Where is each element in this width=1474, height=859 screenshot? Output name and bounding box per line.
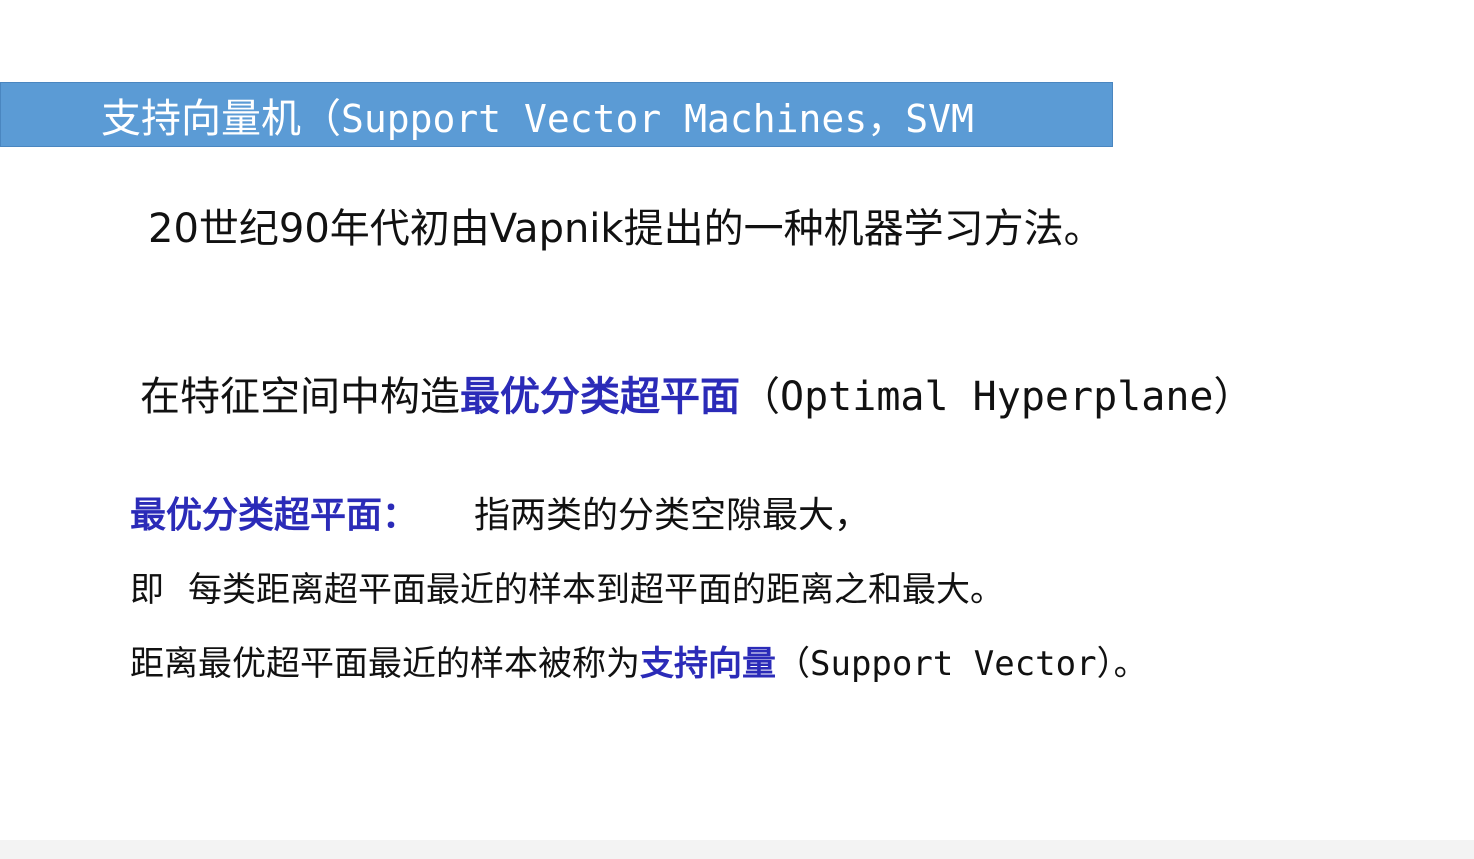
title-bar: 支持向量机（Support Vector Machines，SVM bbox=[0, 82, 1113, 147]
sv-paren-open: （ bbox=[776, 644, 810, 684]
sv-term: 支持向量 bbox=[640, 644, 776, 684]
definition-continuation: 即每类距离超平面最近的样本到超平面的距离之和最大。 bbox=[130, 562, 1004, 611]
title-cn: 支持向量机 bbox=[101, 95, 301, 142]
slide-title: 支持向量机（Support Vector Machines，SVM bbox=[101, 86, 974, 144]
sv-en: Support Vector bbox=[810, 644, 1097, 684]
sv-prefix: 距离最优超平面最近的样本被称为 bbox=[130, 644, 640, 684]
definition-term: 最优分类超平面 bbox=[130, 495, 383, 536]
definition-cont-prefix: 即 bbox=[130, 570, 164, 610]
definition-colon: ： bbox=[382, 495, 419, 536]
construct-prefix: 在特征空间中构造 bbox=[140, 374, 460, 420]
construct-paren-open: （ bbox=[740, 374, 780, 420]
support-vector-sentence: 距离最优超平面最近的样本被称为支持向量（Support Vector）。 bbox=[130, 636, 1148, 685]
slide: 支持向量机（Support Vector Machines，SVM 20世纪90… bbox=[0, 0, 1474, 840]
definition-sentence: 最优分类超平面： 指两类的分类空隙最大， bbox=[130, 486, 870, 538]
definition-text: 指两类的分类空隙最大， bbox=[474, 495, 871, 536]
construct-en: Optimal Hyperplane bbox=[780, 374, 1214, 420]
sv-suffix: ）。 bbox=[1096, 644, 1148, 684]
construct-term: 最优分类超平面 bbox=[460, 374, 740, 420]
definition-cont-text: 每类距离超平面最近的样本到超平面的距离之和最大。 bbox=[188, 570, 1004, 610]
intro-text: 20世纪90年代初由Vapnik提出的一种机器学习方法。 bbox=[148, 206, 1104, 252]
title-en: Support Vector Machines，SVM bbox=[341, 96, 974, 141]
title-paren-open: （ bbox=[301, 95, 341, 142]
construct-sentence: 在特征空间中构造最优分类超平面（Optimal Hyperplane） bbox=[140, 364, 1253, 422]
bottom-strip bbox=[0, 840, 1474, 859]
construct-paren-close: ） bbox=[1213, 374, 1254, 420]
